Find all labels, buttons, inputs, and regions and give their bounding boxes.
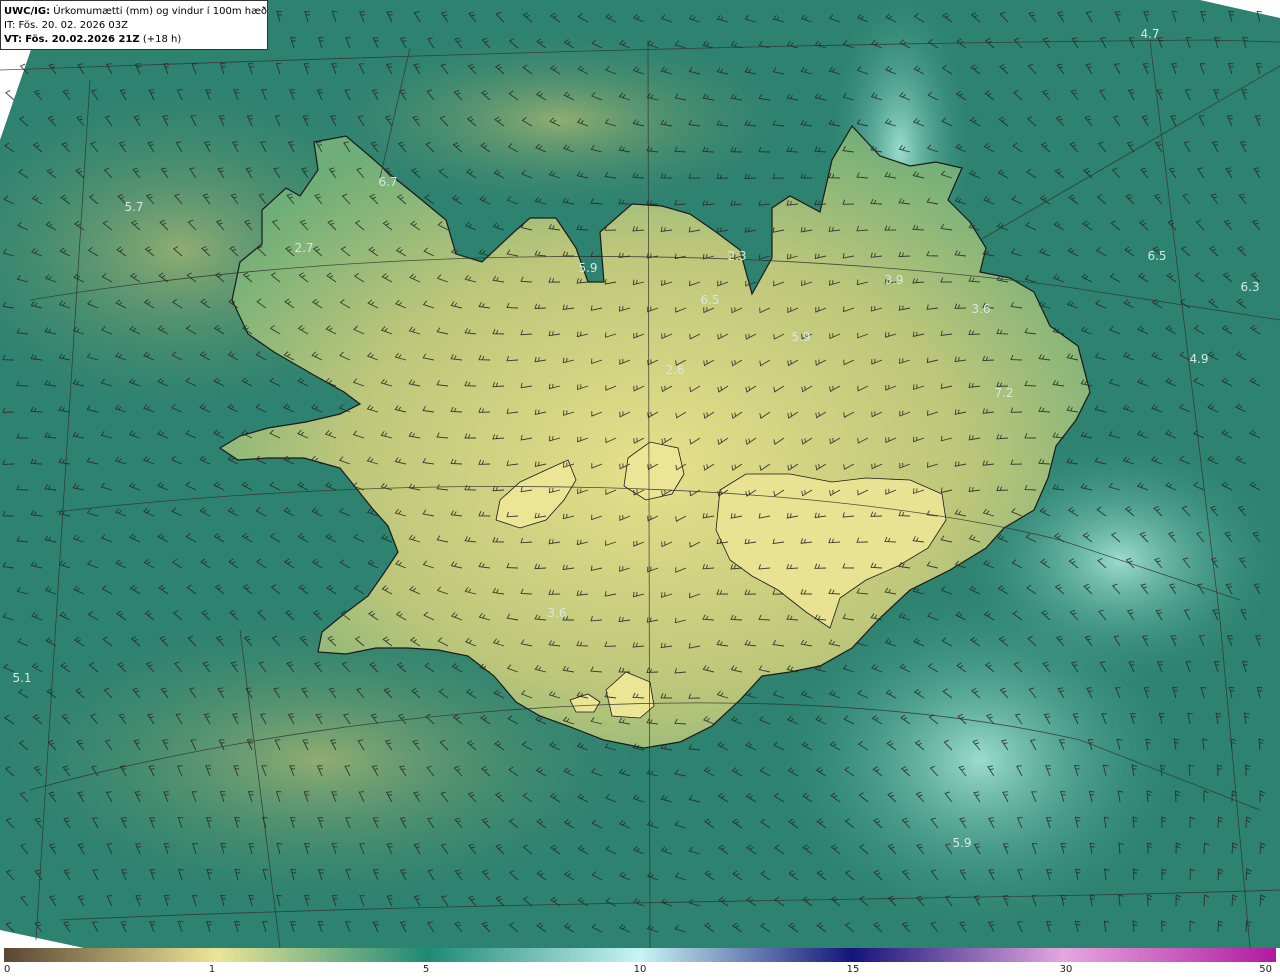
- colorbar-tick-50: 50: [1259, 964, 1272, 975]
- product-description: Úrkomumætti (mm) og vindur í 100m hæð: [53, 6, 268, 17]
- header-line-valid: VT: Fös. 20.02.2026 21Z (+18 h): [4, 33, 264, 47]
- map-value-label: 6.5: [1147, 249, 1166, 263]
- map-header: UWC/IG: Úrkomumætti (mm) og vindur í 100…: [0, 0, 268, 50]
- colorbar-tick-10: 10: [633, 964, 647, 975]
- init-time: Fös. 20. 02. 2026 03Z: [18, 20, 128, 31]
- map-value-label: 2.7: [294, 241, 313, 255]
- map-value-label: 2.6: [665, 363, 684, 377]
- header-line-product: UWC/IG: Úrkomumætti (mm) og vindur í 100…: [4, 5, 268, 19]
- lead-time: (+18 h): [142, 34, 182, 45]
- map-value-label: 6.7: [378, 175, 397, 189]
- colorbar-tick-1: 1: [208, 964, 216, 975]
- valid-label: VT:: [4, 34, 23, 45]
- precipitation-map: 4.7 6.7 5.7 2.7 5.9 2.3 6.5 3.9 6.5 6.3 3.6 5.9 2.6 4…: [0, 0, 1280, 948]
- header-line-init: IT: Fös. 20. 02. 2026 03Z: [4, 19, 264, 33]
- map-value-label: 5.1: [12, 671, 31, 685]
- map-value-label: 2.3: [727, 249, 746, 263]
- map-value-label: 6.5: [700, 293, 719, 307]
- valid-time: Fös. 20.02.2026 21Z: [25, 34, 140, 45]
- colorbar: [4, 948, 1276, 962]
- map-value-label: 6.3: [1240, 280, 1259, 294]
- colorbar-tick-15: 15: [846, 964, 860, 975]
- colorbar-tick-30: 30: [1059, 964, 1073, 975]
- init-label: IT:: [4, 20, 16, 31]
- map-value-label: 5.9: [791, 330, 810, 344]
- map-value-label: 7.2: [994, 386, 1013, 400]
- colorbar-tick-5: 5: [422, 964, 430, 975]
- colorbar-legend: 0 1 5 10 15 30 50: [0, 948, 1280, 978]
- map-value-label: 5.7: [124, 200, 143, 214]
- map-value-label: 4.9: [1189, 352, 1208, 366]
- map-value-label: 3.6: [971, 302, 990, 316]
- product-code: UWC/IG:: [4, 6, 51, 17]
- colorbar-tick-0: 0: [4, 964, 11, 975]
- map-value-label: 5.9: [952, 836, 971, 850]
- map-value-label: 3.6: [547, 606, 566, 620]
- map-value-label: 4.7: [1140, 27, 1159, 41]
- map-value-label: 3.9: [884, 273, 903, 287]
- map-value-label: 5.9: [578, 261, 597, 275]
